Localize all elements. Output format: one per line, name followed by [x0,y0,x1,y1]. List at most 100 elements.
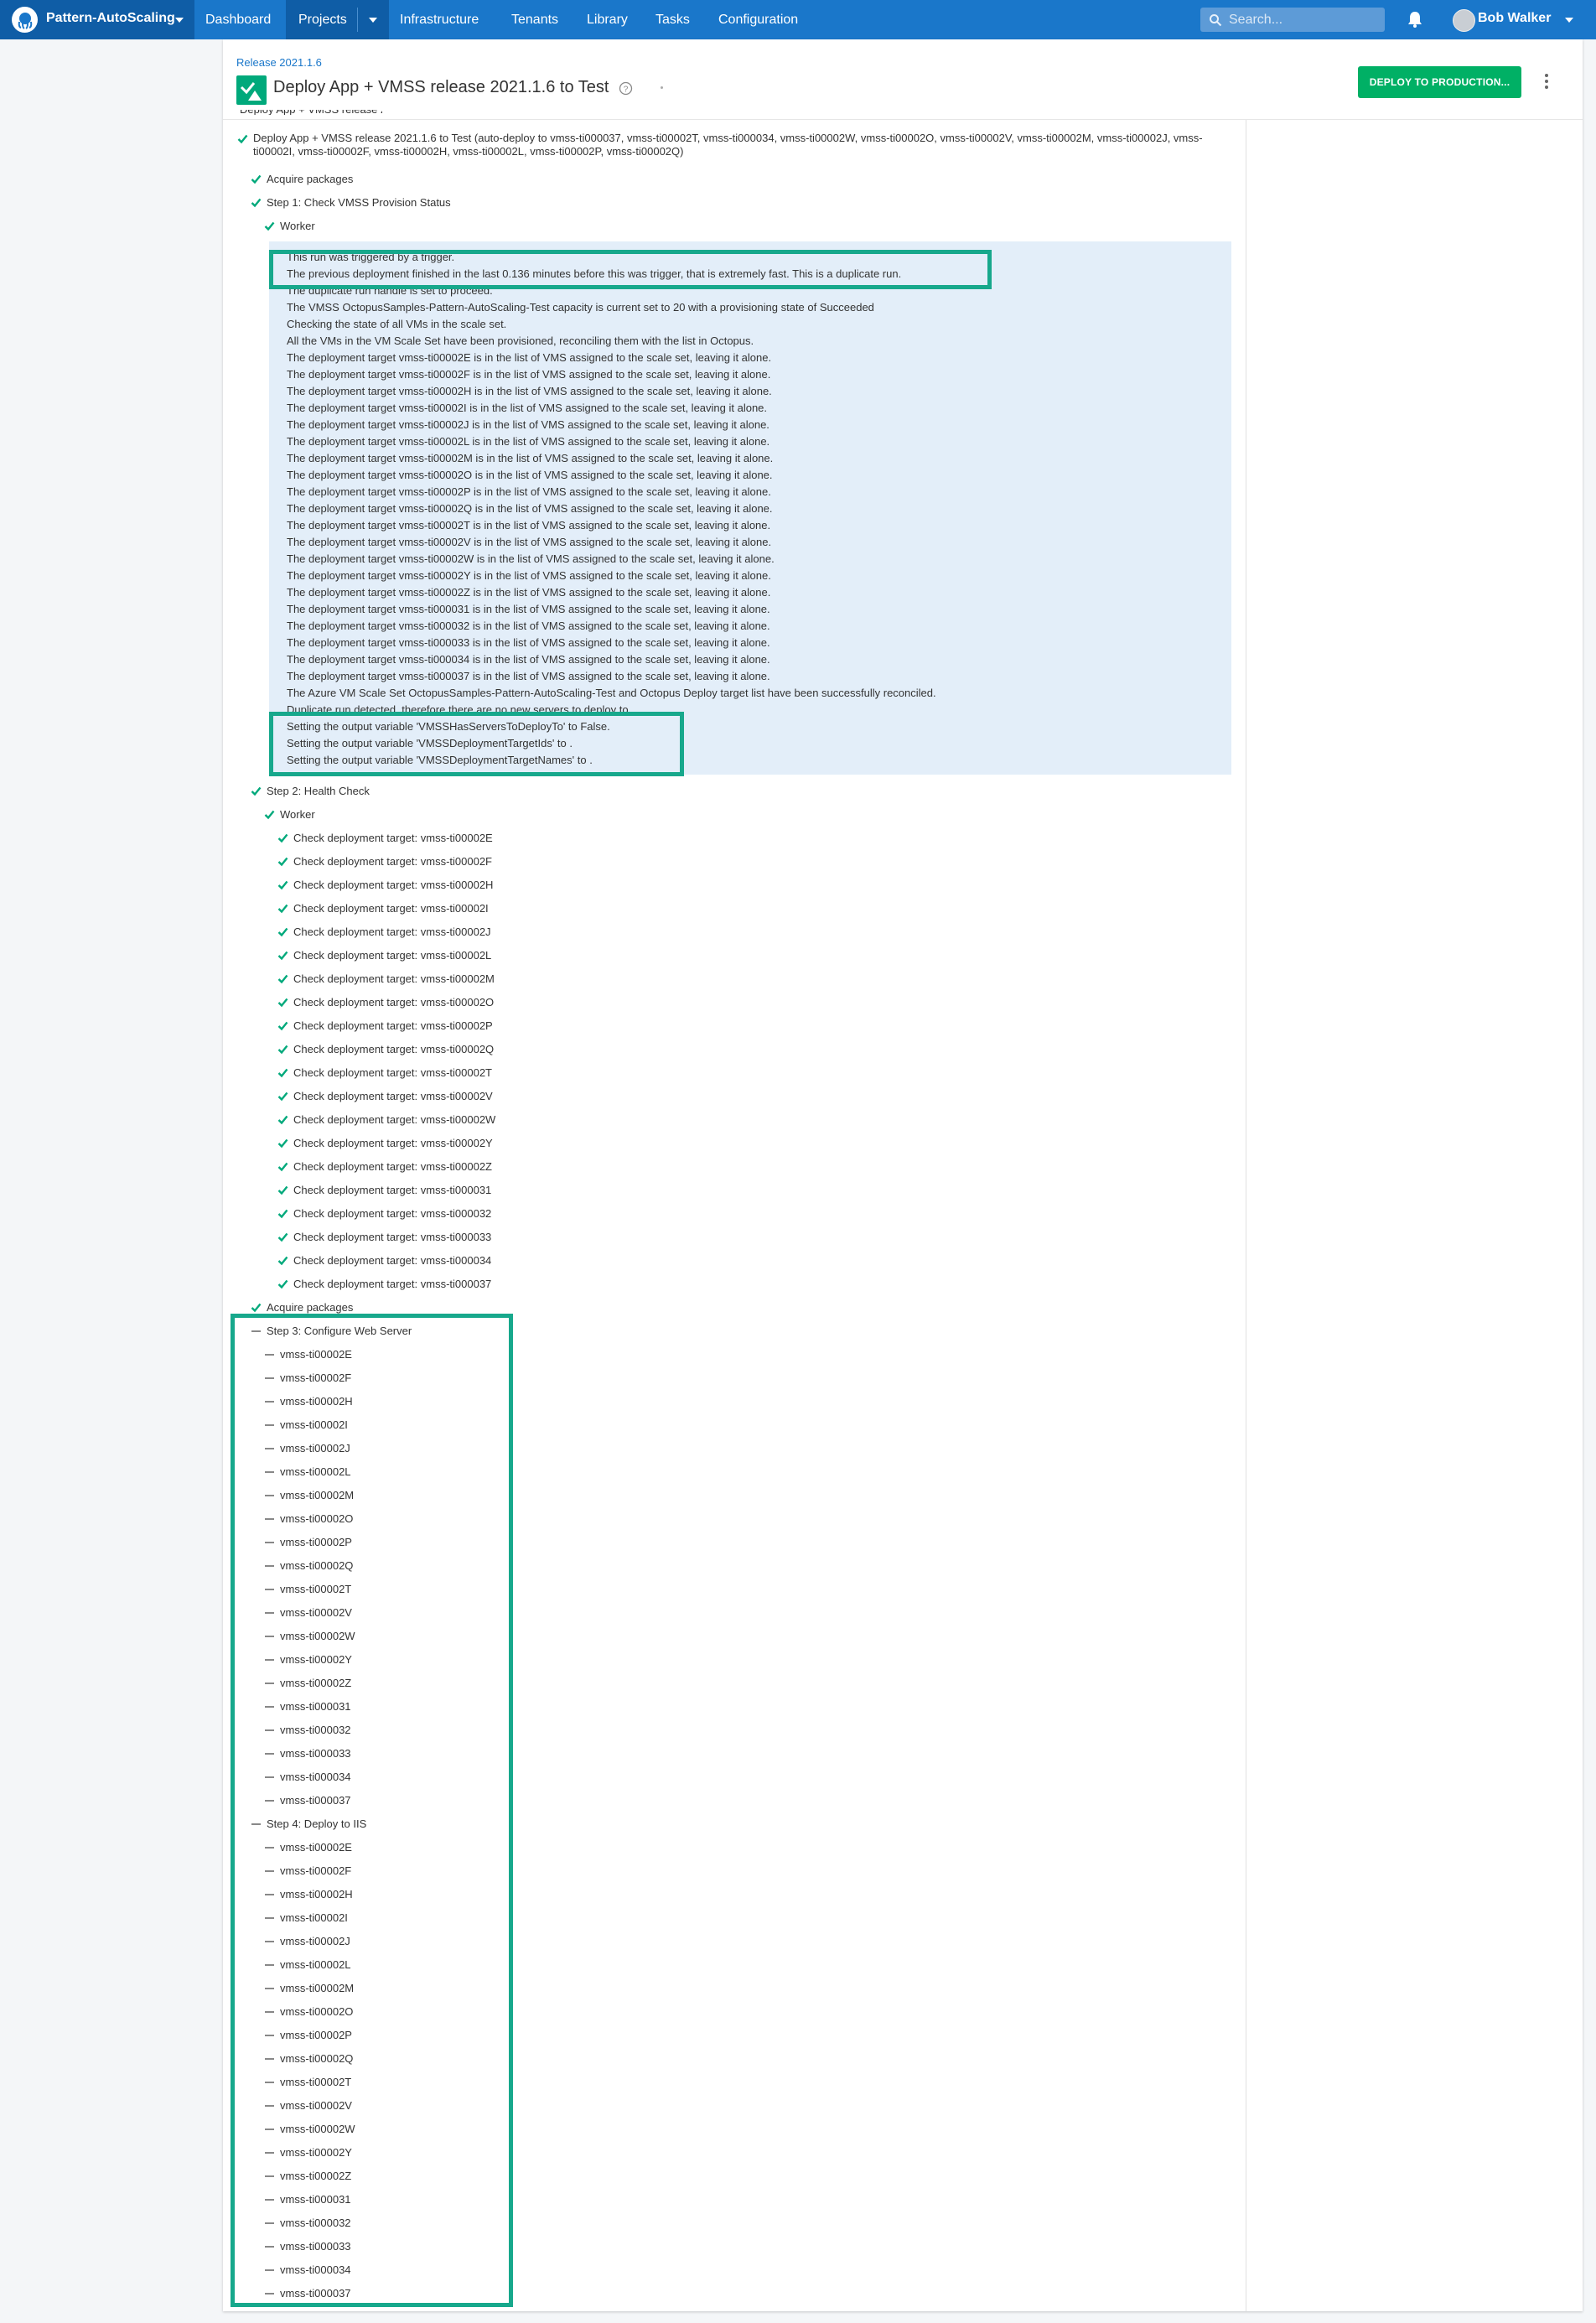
check-icon [277,1138,288,1149]
nav-tenants[interactable]: Tenants [511,0,558,39]
check-prefix: Check deployment target: [293,949,421,962]
health-check-item[interactable]: Check deployment target: vmss-ti000032 [293,1207,491,1221]
log-line: The deployment target vmss-ti00002M is i… [287,452,774,464]
check-prefix: Check deployment target: [293,996,421,1009]
health-check-item[interactable]: Check deployment target: vmss-ti00002Z [293,1160,492,1174]
target-name: vmss-ti000037 [420,1278,492,1290]
check-prefix: Check deployment target: [293,1113,421,1126]
health-check-item[interactable]: Check deployment target: vmss-ti00002W [293,1113,495,1127]
log-line: The deployment target vmss-ti00002J is i… [287,418,770,431]
check-icon [277,1162,288,1172]
log-line: All the VMs in the VM Scale Set have bee… [287,334,754,347]
project-name: Pattern-AutoScaling [46,11,175,25]
check-icon [277,1279,288,1289]
more-options-icon[interactable] [1544,72,1549,91]
health-check-item[interactable]: Check deployment target: vmss-ti00002I [293,902,489,915]
log-line: The deployment target vmss-ti000037 is i… [287,670,770,682]
health-check-item[interactable]: Check deployment target: vmss-ti00002L [293,949,491,962]
health-check-item[interactable]: Check deployment target: vmss-ti000037 [293,1278,491,1291]
check-prefix: Check deployment target: [293,1184,421,1196]
step1-worker-node[interactable]: Worker [280,220,315,233]
nav-tasks[interactable]: Tasks [656,0,690,39]
task-summary[interactable]: Deploy App + VMSS release 2021.1.6 to Te… [253,132,1226,158]
check-prefix: Check deployment target: [293,832,421,844]
step2-worker-node[interactable]: Worker [280,808,315,822]
log-line: The deployment target vmss-ti00002T is i… [287,519,771,531]
top-nav: Pattern-AutoScaling Dashboard Projects I… [0,0,1596,39]
check-icon [277,1021,288,1031]
log-line: The deployment target vmss-ti00002W is i… [287,552,775,565]
check-icon [277,951,288,961]
health-check-item[interactable]: Check deployment target: vmss-ti00002F [293,855,492,869]
check-icon [277,1115,288,1125]
nav-configuration[interactable]: Configuration [718,0,798,39]
acquire-packages-node[interactable]: Acquire packages [267,173,353,186]
log-line: The deployment target vmss-ti00002Z is i… [287,586,771,599]
check-prefix: Check deployment target: [293,1137,421,1149]
health-check-item[interactable]: Check deployment target: vmss-ti000031 [293,1184,491,1197]
check-icon [277,1185,288,1195]
check-icon [277,927,288,937]
svg-text:?: ? [624,86,629,95]
check-icon [251,198,262,208]
health-check-item[interactable]: Check deployment target: vmss-ti000033 [293,1231,491,1244]
check-prefix: Check deployment target: [293,1278,421,1290]
log-line: The deployment target vmss-ti00002L is i… [287,435,770,448]
search-input[interactable] [1227,11,1365,29]
log-line: The deployment target vmss-ti00002E is i… [287,351,772,364]
target-name: vmss-ti00002I [420,902,489,915]
target-name: vmss-ti00002H [420,879,494,891]
target-name: vmss-ti00002L [420,949,492,962]
health-check-item[interactable]: Check deployment target: vmss-ti00002M [293,972,495,986]
scrolled-partial-line: Deploy App + VMSS release 2021.1.6 to Te… [240,110,382,115]
health-check-item[interactable]: Check deployment target: vmss-ti00002T [293,1066,492,1080]
deploy-to-production-button[interactable]: DEPLOY TO PRODUCTION... [1358,66,1521,98]
health-check-item[interactable]: Check deployment target: vmss-ti00002O [293,996,494,1009]
health-check-item[interactable]: Check deployment target: vmss-ti00002V [293,1090,493,1103]
nav-dashboard[interactable]: Dashboard [205,0,271,39]
project-switcher[interactable]: Pattern-AutoScaling [0,0,194,39]
nav-infrastructure[interactable]: Infrastructure [400,0,479,39]
nav-library[interactable]: Library [587,0,628,39]
step1-node[interactable]: Step 1: Check VMSS Provision Status [267,196,451,210]
log-line: The deployment target vmss-ti00002Y is i… [287,569,771,582]
check-icon [277,998,288,1008]
target-name: vmss-ti000034 [420,1254,492,1267]
log-line: The deployment target vmss-ti000034 is i… [287,653,770,666]
target-name: vmss-ti00002Q [420,1043,495,1055]
health-check-item[interactable]: Check deployment target: vmss-ti000034 [293,1254,491,1268]
nav-projects[interactable]: Projects [298,0,347,39]
check-icon [277,1209,288,1219]
check-prefix: Check deployment target: [293,1231,421,1243]
log-line: The deployment target vmss-ti00002I is i… [287,402,768,414]
health-check-item[interactable]: Check deployment target: vmss-ti00002J [293,926,491,939]
acquire-packages-node[interactable]: Acquire packages [267,1301,353,1314]
projects-dropdown-icon[interactable] [369,18,377,23]
health-check-item[interactable]: Check deployment target: vmss-ti00002H [293,879,493,892]
step2-node[interactable]: Step 2: Health Check [267,785,370,798]
health-check-item[interactable]: Check deployment target: vmss-ti00002Y [293,1137,493,1150]
health-check-item[interactable]: Check deployment target: vmss-ti00002P [293,1019,493,1033]
check-icon [277,1045,288,1055]
user-name[interactable]: Bob Walker [1478,11,1551,26]
chevron-down-icon[interactable] [1565,18,1573,23]
log-line: The deployment target vmss-ti000033 is i… [287,636,770,649]
search-box[interactable] [1200,8,1385,32]
check-icon [277,1091,288,1102]
target-name: vmss-ti00002V [420,1090,493,1102]
health-check-item[interactable]: Check deployment target: vmss-ti00002Q [293,1043,494,1056]
help-icon[interactable]: ? [619,81,633,96]
target-name: vmss-ti00002T [420,1066,492,1079]
breadcrumb[interactable]: Release 2021.1.6 [236,56,322,69]
log-line: The deployment target vmss-ti00002H is i… [287,385,772,397]
bell-icon[interactable] [1407,10,1423,29]
check-icon [264,221,275,231]
check-icon [277,1256,288,1266]
highlight-output-variables [269,712,684,776]
page-title: Deploy App + VMSS release 2021.1.6 to Te… [273,78,609,96]
chevron-down-icon [175,18,184,23]
health-check-item[interactable]: Check deployment target: vmss-ti00002E [293,832,493,845]
avatar[interactable] [1453,9,1475,32]
target-name: vmss-ti00002W [420,1113,496,1126]
separator-dot [661,86,663,89]
